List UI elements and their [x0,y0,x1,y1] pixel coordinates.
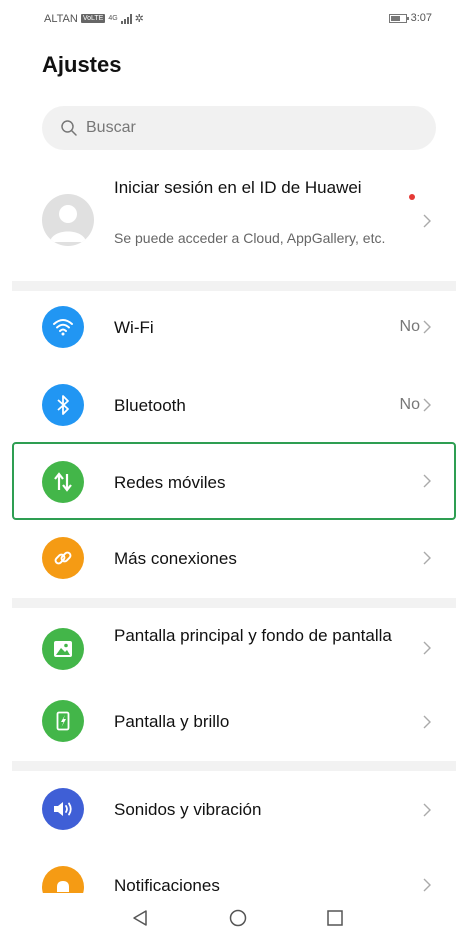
section-divider [12,281,456,291]
settings-item-bluetooth[interactable]: Bluetooth No [0,368,456,440]
chevron-right-icon [423,641,431,655]
account-title: Iniciar sesión en el ID de Huawei [114,178,362,197]
section-divider [12,598,456,608]
notifications-label: Notificaciones [114,876,220,893]
status-right: 3:07 [388,12,432,24]
chevron-right-icon [423,474,431,488]
bluetooth-icon [42,384,84,426]
display-brightness-label: Pantalla y brillo [114,712,230,731]
avatar [42,194,94,246]
search-placeholder: Buscar [86,119,136,136]
notification-icon [42,866,84,893]
settings-item-home-screen-wallpaper[interactable]: Pantalla principal y fondo de pantalla [0,612,456,692]
search-icon [61,120,77,136]
settings-item-notifications[interactable]: Notificaciones [0,852,456,893]
chevron-right-icon [423,398,431,412]
huawei-id-signin-row[interactable]: Iniciar sesión en el ID de Huawei Se pue… [0,168,456,280]
settings-item-display-brightness[interactable]: Pantalla y brillo [0,692,456,760]
wifi-icon [42,306,84,348]
settings-item-wifi[interactable]: Wi-Fi No [0,292,456,364]
network-type: 4G [108,15,118,22]
chevron-right-icon [423,715,431,729]
volte-badge: VoLTE [80,14,106,23]
notification-dot [409,194,415,200]
account-subtitle: Se puede acceder a Cloud, AppGallery, et… [114,230,386,246]
clock: 3:07 [410,12,432,24]
status-bar: ALTAN VoLTE 4G ✲ 3:07 [0,0,456,36]
home-icon[interactable] [229,909,247,927]
sound-icon [42,788,84,830]
page-title: Ajustes [42,52,122,77]
chevron-right-icon [423,803,431,817]
wifi-status: No [399,318,420,335]
bluetooth-status: No [399,396,420,413]
wifi-label: Wi-Fi [114,318,154,337]
search-input[interactable]: Buscar [42,106,436,150]
display-brightness-icon [42,700,84,742]
mobile-networks-label: Redes móviles [114,473,226,492]
wallpaper-icon [42,628,84,670]
settings-item-sounds-vibration[interactable]: Sonidos y vibración [0,772,456,846]
more-connections-label: Más conexiones [114,549,237,568]
signal-icon [120,13,132,24]
chevron-right-icon [423,214,431,228]
settings-item-mobile-networks[interactable]: Redes móviles [12,442,456,520]
bluetooth-label: Bluetooth [114,396,186,415]
sounds-vibration-label: Sonidos y vibración [114,800,262,819]
recents-icon[interactable] [327,910,343,926]
mobile-data-icon [42,461,84,503]
home-screen-wallpaper-label: Pantalla principal y fondo de pantalla [114,626,392,645]
chevron-right-icon [423,551,431,565]
avatar-placeholder-icon [50,205,86,242]
carrier-name: ALTAN [44,12,78,25]
back-icon[interactable] [132,909,148,927]
battery-icon [388,13,409,23]
system-navigation-bar [0,893,456,941]
section-divider [12,761,456,771]
chevron-right-icon [423,878,431,892]
settings-gear-status-icon: ✲ [134,13,144,25]
link-icon [42,537,84,579]
settings-item-more-connections[interactable]: Más conexiones [0,524,456,596]
chevron-right-icon [423,320,431,334]
status-left: ALTAN VoLTE 4G ✲ [44,12,144,26]
